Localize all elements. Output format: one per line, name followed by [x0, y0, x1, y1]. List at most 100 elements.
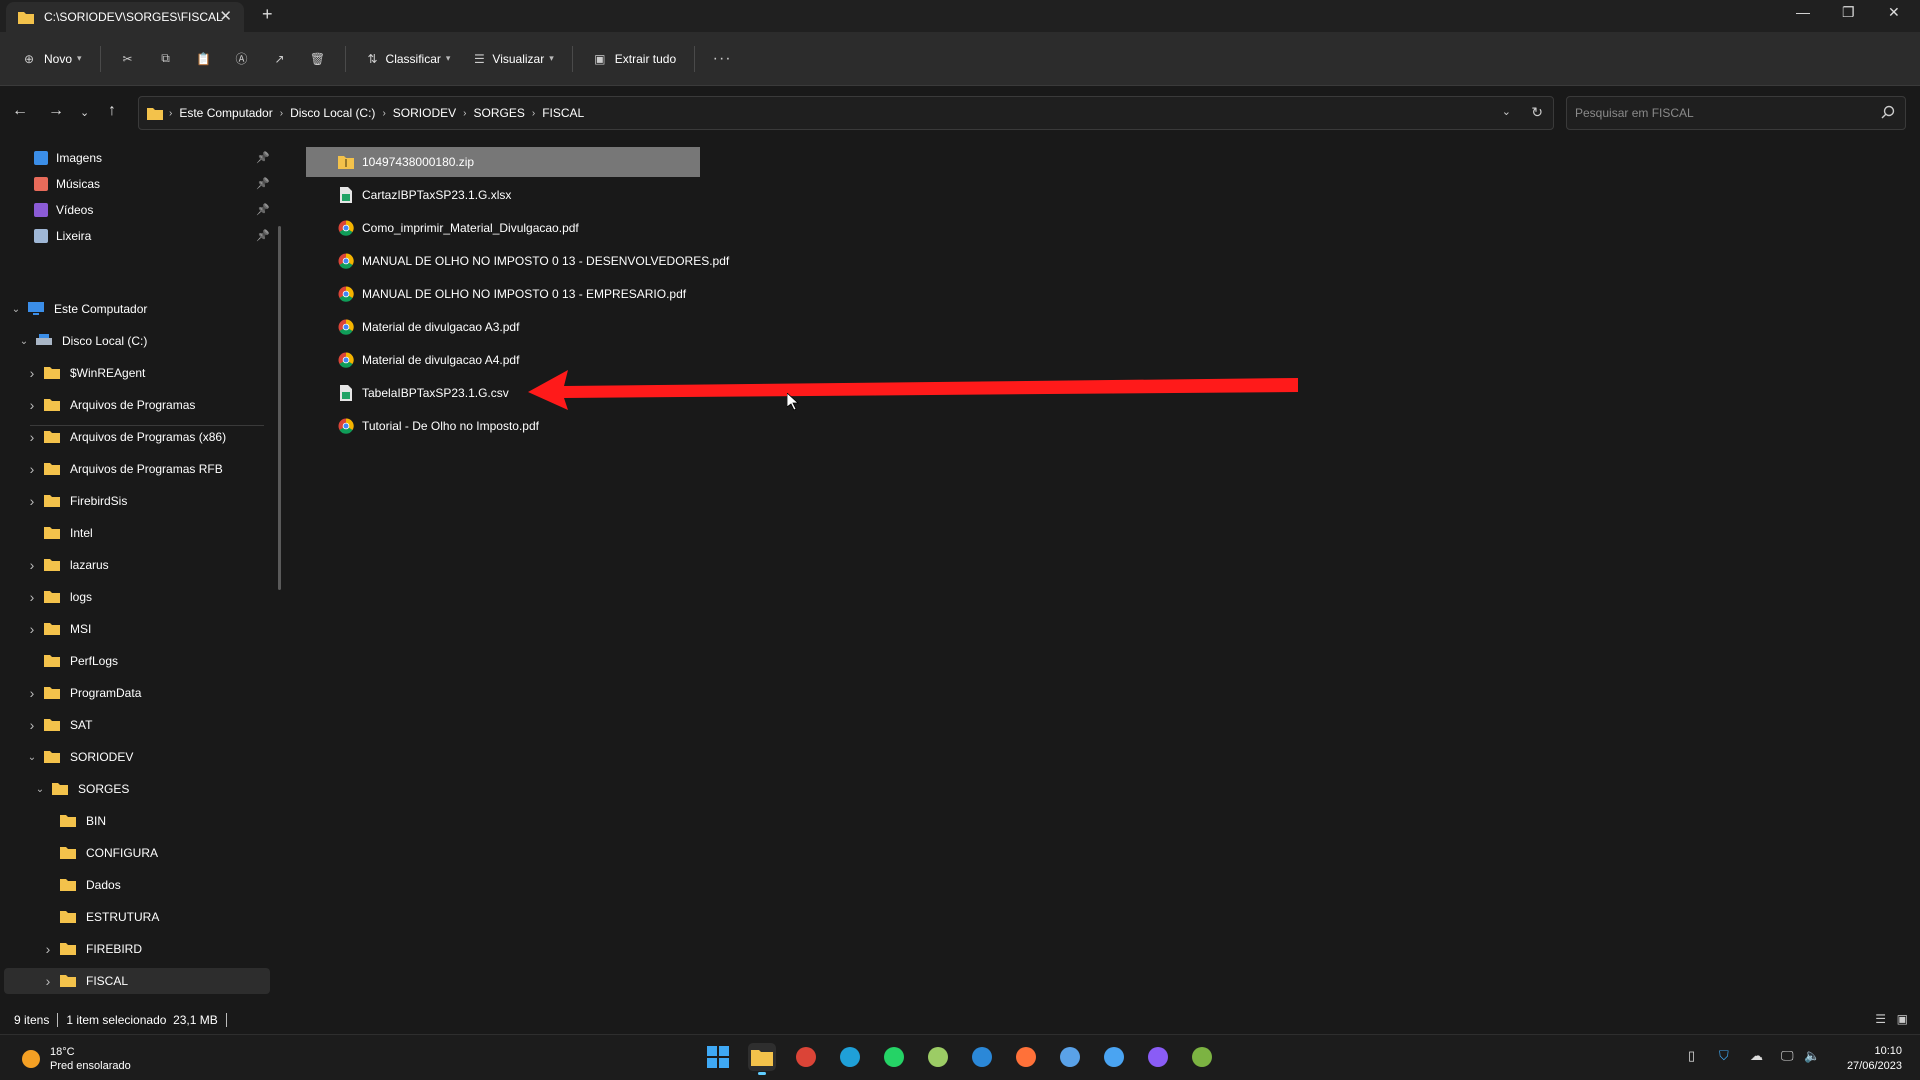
tree-item-programdata[interactable]: › ProgramData — [4, 680, 270, 706]
tree-item-sorges[interactable]: ⌄ SORGES — [4, 776, 270, 802]
tree-item-perflogs[interactable]: PerfLogs — [4, 648, 270, 674]
search-box[interactable] — [1566, 96, 1906, 130]
chevron-right-icon[interactable]: › — [26, 685, 38, 701]
breadcrumb-este-computador[interactable]: Este Computador — [179, 106, 272, 120]
cut-button[interactable]: ✂ — [109, 41, 147, 77]
settings-app-icon[interactable] — [1056, 1043, 1084, 1071]
tree-item-logs[interactable]: › logs — [4, 584, 270, 610]
chevron-right-icon[interactable]: › — [26, 621, 38, 637]
tree-item-arquivos-de-programas[interactable]: › Arquivos de Programas — [4, 392, 270, 418]
network-icon[interactable]: 🖵 — [1781, 1048, 1794, 1064]
edge-icon[interactable] — [836, 1043, 864, 1071]
minimize-icon[interactable]: — — [1796, 4, 1810, 20]
volume-icon[interactable]: 🔈 — [1804, 1048, 1820, 1064]
breadcrumb-disco-local[interactable]: Disco Local (C:) — [290, 106, 375, 120]
new-button[interactable]: ⊕ Novo ▾ — [10, 41, 92, 77]
tree-item-estrutura[interactable]: ESTRUTURA — [4, 904, 270, 930]
back-icon[interactable]: ← — [12, 102, 28, 120]
chevron-right-icon[interactable]: › — [26, 365, 38, 381]
chevron-right-icon[interactable]: › — [26, 461, 38, 477]
spreadsheet-app-icon[interactable] — [924, 1043, 952, 1071]
whatsapp-icon[interactable] — [880, 1043, 908, 1071]
tree-item-intel[interactable]: Intel — [4, 520, 270, 546]
security-icon[interactable]: ⛉ — [1719, 1048, 1729, 1064]
file-row[interactable]: Como_imprimir_Material_Divulgacao.pdf — [306, 213, 700, 243]
refresh-icon[interactable]: ↻ — [1531, 104, 1543, 121]
new-tab-icon[interactable]: + — [262, 4, 273, 25]
tree-item-configura[interactable]: CONFIGURA — [4, 840, 270, 866]
video-app-icon[interactable] — [1144, 1043, 1172, 1071]
tree-item-fiscal[interactable]: › FISCAL — [4, 968, 270, 994]
file-row[interactable]: 10497438000180.zip — [306, 147, 700, 177]
paste-button[interactable]: 📋 — [185, 41, 223, 77]
chevron-down-icon[interactable]: ⌄ — [34, 784, 46, 795]
explorer-tab[interactable]: C:\SORIODEV\SORGES\FISCAL ✕ — [6, 2, 244, 32]
file-explorer-icon[interactable] — [748, 1043, 776, 1075]
details-view-icon[interactable]: ☰ — [1875, 1012, 1886, 1026]
usb-icon[interactable]: ▯ — [1688, 1048, 1695, 1064]
sidebar-item-vídeos[interactable]: Vídeos — [34, 197, 270, 223]
chevron-down-icon[interactable]: ⌄ — [10, 304, 22, 315]
tree-item-arquivos-de-programas-rfb[interactable]: › Arquivos de Programas RFB — [4, 456, 270, 482]
tree-item-dados[interactable]: Dados — [4, 872, 270, 898]
search-input[interactable] — [1567, 97, 1857, 129]
chevron-right-icon[interactable]: › — [42, 973, 54, 989]
address-bar[interactable]: › Este Computador › Disco Local (C:) › S… — [138, 96, 1554, 130]
sidebar-item-imagens[interactable]: Imagens — [34, 145, 270, 171]
tree-item-este-computador[interactable]: ⌄ Este Computador — [4, 296, 270, 322]
search-icon[interactable] — [1881, 105, 1895, 122]
copy-button[interactable]: ⧉ — [147, 41, 185, 77]
tree-item--winreagent[interactable]: › $WinREAgent — [4, 360, 270, 386]
tree-item-lazarus[interactable]: › lazarus — [4, 552, 270, 578]
pin-icon[interactable]: 📌 — [256, 177, 270, 190]
breadcrumb-fiscal[interactable]: FISCAL — [542, 106, 584, 120]
close-window-icon[interactable]: ✕ — [1888, 4, 1900, 21]
tree-item-disco-local-c-[interactable]: ⌄ Disco Local (C:) — [4, 328, 270, 354]
chevron-right-icon[interactable]: › — [26, 589, 38, 605]
tiles-view-icon[interactable]: ▣ — [1897, 1012, 1908, 1026]
breadcrumb-soriodev[interactable]: SORIODEV — [393, 106, 456, 120]
tree-item-arquivos-de-programas-x86-[interactable]: › Arquivos de Programas (x86) — [4, 424, 270, 450]
forward-icon[interactable]: → — [48, 102, 64, 120]
notepad-icon[interactable] — [1100, 1043, 1128, 1071]
file-row[interactable]: Tutorial - De Olho no Imposto.pdf — [306, 411, 700, 441]
pin-icon[interactable]: 📌 — [256, 151, 270, 164]
file-row[interactable]: Material de divulgacao A3.pdf — [306, 312, 700, 342]
weather-widget[interactable]: 18°C Pred ensolarado — [20, 1045, 131, 1073]
chevron-down-icon[interactable]: ⌄ — [26, 752, 38, 763]
chevron-right-icon[interactable]: › — [26, 429, 38, 445]
file-row[interactable]: MANUAL DE OLHO NO IMPOSTO 0 13 - DESENVO… — [306, 246, 729, 276]
chevron-right-icon[interactable]: › — [26, 397, 38, 413]
sidebar-item-músicas[interactable]: Músicas — [34, 171, 270, 197]
firefox-icon[interactable] — [1012, 1043, 1040, 1071]
mail-app-icon[interactable] — [968, 1043, 996, 1071]
chevron-right-icon[interactable]: › — [26, 717, 38, 733]
start-icon[interactable] — [704, 1043, 732, 1071]
pin-icon[interactable]: 📌 — [256, 229, 270, 242]
restore-icon[interactable]: ❐ — [1842, 4, 1855, 21]
close-tab-icon[interactable]: ✕ — [219, 7, 232, 25]
more-options-button[interactable]: ··· — [703, 41, 741, 77]
tree-item-soriodev[interactable]: ⌄ SORIODEV — [4, 744, 270, 770]
tree-item-bin[interactable]: BIN — [4, 808, 270, 834]
extract-all-button[interactable]: ▣ Extrair tudo — [581, 41, 686, 77]
tree-item-msi[interactable]: › MSI — [4, 616, 270, 642]
sidebar-item-lixeira[interactable]: Lixeira — [34, 223, 270, 249]
chevron-right-icon[interactable]: › — [26, 493, 38, 509]
tree-item-firebird[interactable]: › FIREBIRD — [4, 936, 270, 962]
pin-icon[interactable]: 📌 — [256, 203, 270, 216]
file-row[interactable]: CartazIBPTaxSP23.1.G.xlsx — [306, 180, 700, 210]
chevron-right-icon[interactable]: › — [42, 941, 54, 957]
clock[interactable]: 10:10 27/06/2023 — [1847, 1044, 1902, 1074]
chevron-right-icon[interactable]: › — [26, 557, 38, 573]
view-button[interactable]: ☰ Visualizar ▾ — [460, 41, 563, 77]
up-icon[interactable]: ↑ — [108, 102, 116, 120]
share-button[interactable]: ↗ — [261, 41, 299, 77]
cloud-icon[interactable]: ☁ — [1750, 1048, 1763, 1064]
tree-item-sat[interactable]: › SAT — [4, 712, 270, 738]
rename-button[interactable]: Ⓐ — [223, 41, 261, 77]
file-row[interactable]: MANUAL DE OLHO NO IMPOSTO 0 13 - EMPRESA… — [306, 279, 700, 309]
sort-button[interactable]: ⇅ Classificar ▾ — [354, 41, 461, 77]
breadcrumb-sorges[interactable]: SORGES — [473, 106, 524, 120]
tree-item-firebirdsis[interactable]: › FirebirdSis — [4, 488, 270, 514]
